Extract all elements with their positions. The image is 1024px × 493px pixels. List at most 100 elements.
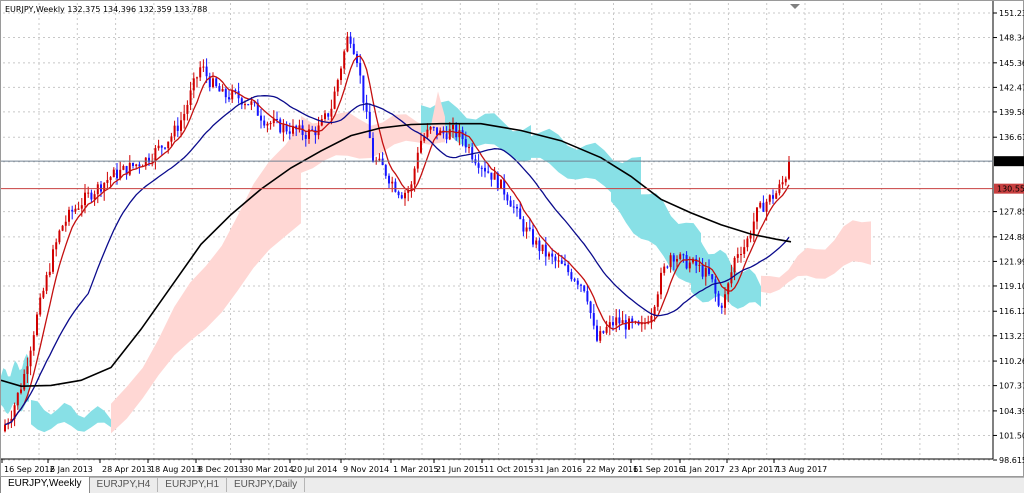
candle-body [173,125,176,137]
candle-body [576,280,579,285]
shift-end-marker-icon[interactable] [790,4,800,9]
candle-body [362,75,365,103]
candle-body [218,86,221,92]
candle-body [359,63,362,76]
candle-body [100,184,102,192]
candle-body [768,195,771,202]
candle-body [404,192,406,199]
candle-body [77,208,80,210]
price-tick-label: 101.505 [999,431,1024,440]
price-tick-label: 119.100 [999,282,1024,291]
price-tick-label: 136.610 [999,133,1024,142]
candle-body [589,301,592,313]
candle-body [487,171,490,173]
candle-body [557,260,560,262]
tab-eurjpy-daily[interactable]: EURJPY,Daily [227,478,306,492]
candle-body [672,255,675,262]
candle-body [23,373,26,390]
candle-body [336,80,339,92]
candle-body [599,331,602,341]
candle-body [784,178,787,183]
time-tick-label: 8 Dec 2013 [198,465,244,474]
candle-body [189,90,192,105]
candle-body [698,264,701,266]
candle-body [544,244,547,257]
candle-body [468,147,470,149]
candle-body [333,91,336,109]
price-tick-label: 139.585 [999,108,1024,117]
time-tick-label: 18 Aug 2013 [150,465,201,474]
candle-body [160,145,163,148]
candle-body [516,206,518,209]
candle-body [554,256,557,261]
candle-body [138,164,141,167]
candle-body [711,274,714,280]
candle-body [135,164,138,166]
price-tick-label: 145.365 [999,59,1024,68]
candle-body [320,119,323,126]
candle-body [215,78,218,87]
price-tick-label: 124.880 [999,233,1024,242]
candle-body [567,265,570,273]
candle-body [132,162,134,166]
candle-body [212,78,214,87]
chart-window[interactable]: 151.230 148.340 145.365 142.475 139.585 136.6… [0,0,1024,477]
candle-body [708,268,710,275]
candle-body [752,221,755,236]
candle-body [349,36,352,44]
candle-body [445,133,448,140]
price-chart[interactable]: 151.230 148.340 145.365 142.475 139.585 136.6… [1,1,1024,478]
candle-body [20,389,22,393]
candle-body [541,244,544,252]
candle-body [525,227,528,232]
time-tick-label: 11 Oct 2015 [484,465,533,474]
candle-body [586,291,589,302]
ichimoku-cloud-segment [611,163,701,291]
candle-body [615,317,618,326]
level-price-label: 130.553 [997,185,1024,194]
candle-body [669,255,672,268]
candle-body [656,294,659,307]
candle-body [666,266,669,268]
tab-eurjpy-h4[interactable]: EURJPY,H4 [90,478,159,492]
candle-body [52,249,54,272]
price-tick-label: 104.395 [999,407,1024,416]
time-tick-label: 11 Sep 2016 [633,465,684,474]
candle-body [400,195,403,199]
tab-eurjpy-h1[interactable]: EURJPY,H1 [158,478,228,492]
candle-body [624,320,627,330]
candle-body [548,253,550,257]
price-tick-label: 151.230 [999,9,1024,18]
candle-body [500,179,502,189]
candle-body [71,209,74,212]
candle-body [528,227,531,230]
candle-body [128,162,131,175]
candle-body [746,238,749,248]
price-tick-label: 98.615 [999,456,1024,465]
candle-body [48,271,51,276]
candle-body [368,111,371,139]
candle-body [116,169,118,179]
candle-body [426,129,429,137]
candle-body [570,272,573,280]
candle-body [663,266,666,273]
candle-body [538,240,541,252]
candle-body [458,130,461,138]
candle-body [74,208,77,212]
candle-body [45,275,48,291]
candle-body [282,124,285,133]
price-tick-label: 116.125 [999,307,1024,316]
chart-tab-bar: EURJPY,Weekly EURJPY,H4 EURJPY,H1 EURJPY… [0,477,1024,493]
candle-body [560,260,563,264]
candle-body [352,43,355,54]
tab-eurjpy-weekly[interactable]: EURJPY,Weekly [0,477,90,493]
time-tick-label: 1 Mar 2015 [393,465,439,474]
candle-body [4,424,6,432]
candle-body [676,259,678,262]
candle-body [592,312,595,326]
time-tick-label: 13 Aug 2017 [776,465,827,474]
time-tick-label: 16 Sep 2012 [4,465,55,474]
candle-body [436,127,438,136]
candle-body [221,88,224,92]
candle-body [346,36,349,52]
